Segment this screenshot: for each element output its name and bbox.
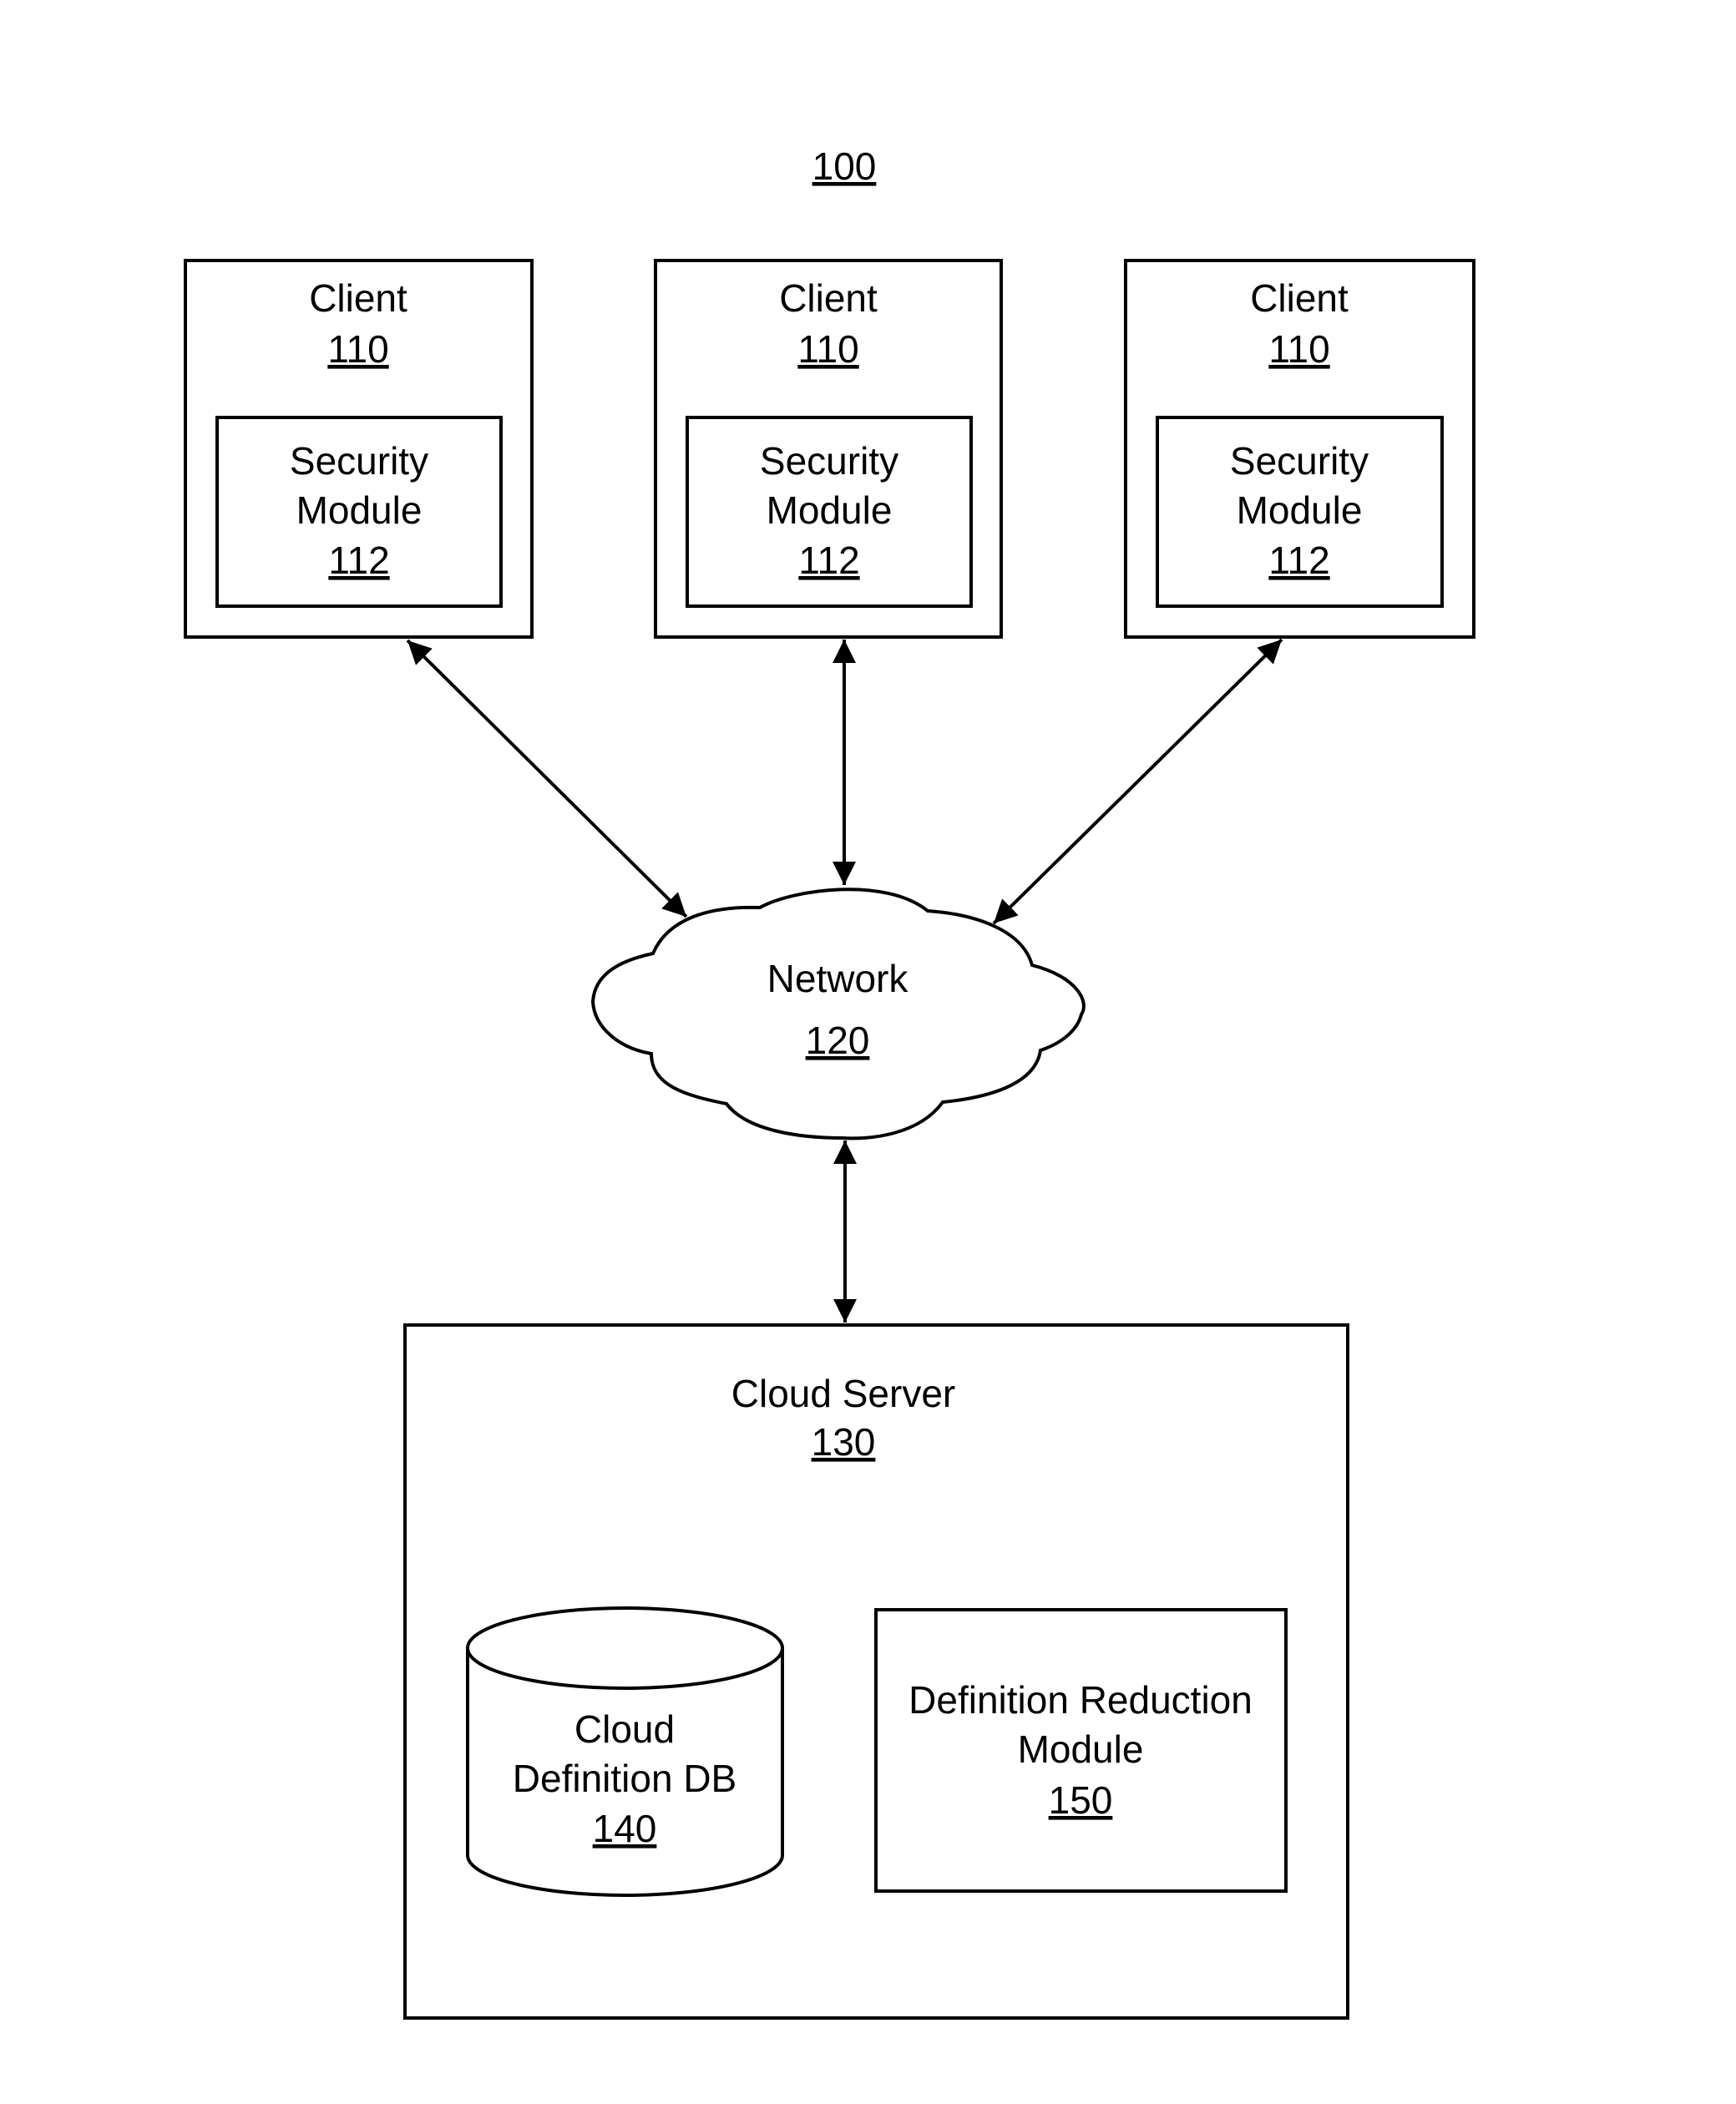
client-node: Client 110 Security Module 112 (654, 259, 1003, 639)
cloud-definition-db: Cloud Definition DB 140 (466, 1606, 784, 1897)
network-cloud-shape (590, 888, 1086, 1141)
network-ref: 120 (806, 1019, 870, 1062)
network-title: Network (767, 957, 909, 1000)
client-title: Client (1250, 276, 1349, 320)
cloud-server-node: Cloud Server 130 Cloud Definition DB 140… (403, 1323, 1349, 2020)
figure-ref-label: 100 (812, 144, 877, 188)
database-line2: Definition DB (513, 1757, 736, 1800)
client-title: Client (779, 276, 878, 320)
cloud-server-title: Cloud Server (731, 1372, 955, 1415)
security-module-line2: Module (767, 488, 893, 532)
database-ref: 140 (593, 1807, 657, 1850)
security-module-line2: Module (296, 488, 423, 532)
connection-arrow-client3-network (992, 638, 1283, 925)
cloud-server-ref: 130 (812, 1420, 876, 1464)
security-module-ref: 112 (328, 539, 389, 582)
definition-reduction-line2: Module (1018, 1727, 1144, 1771)
system-diagram: 100 Client 110 Security Module 112 Clien… (184, 144, 1475, 2020)
client-node: Client 110 Security Module 112 (1124, 259, 1475, 639)
definition-reduction-module: Definition Reduction Module 150 (874, 1608, 1288, 1893)
security-module-line2: Module (1237, 488, 1363, 532)
definition-reduction-line1: Definition Reduction (908, 1678, 1253, 1722)
database-line1: Cloud (574, 1707, 675, 1751)
security-module-line1: Security (760, 439, 898, 483)
security-module-ref: 112 (1268, 539, 1329, 582)
network-node: Network 120 (590, 888, 1086, 1141)
security-module-ref: 112 (798, 539, 859, 582)
client-ref: 110 (1268, 327, 1329, 371)
database-cylinder-top (466, 1606, 784, 1690)
connection-arrow-client1-network (406, 639, 688, 918)
security-module-line1: Security (290, 439, 428, 483)
security-module-line1: Security (1230, 439, 1369, 483)
client-ref: 110 (797, 327, 858, 371)
definition-reduction-ref: 150 (1049, 1778, 1113, 1822)
client-node: Client 110 Security Module 112 (184, 259, 534, 639)
client-ref: 110 (327, 327, 388, 371)
client-title: Client (309, 276, 407, 320)
